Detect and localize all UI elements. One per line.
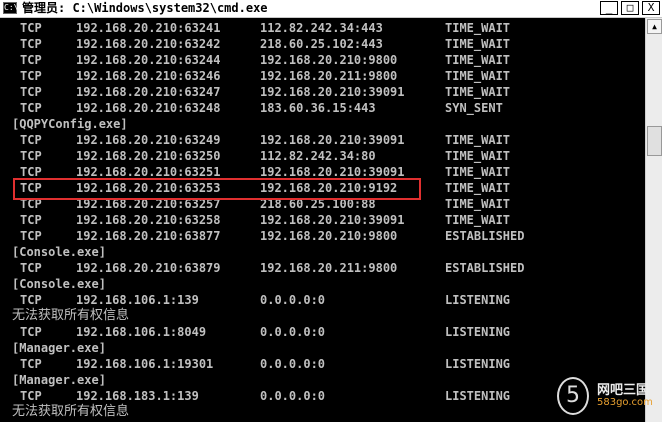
foreign-address-cell: 218.60.25.102:443 [260,37,383,51]
console-output[interactable]: TCP 192.168.20.210:63241 112.82.242.34:443… [0,18,645,422]
ownership-notice: 无法获取所有权信息 [12,308,130,323]
protocol-cell: TCP [20,325,42,339]
state-cell: TIME_WAIT [445,69,511,83]
foreign-address-cell: 0.0.0.0:0 [260,293,326,307]
protocol-cell: TCP [20,229,42,243]
local-address-cell: 192.168.20.210:63241 [76,21,221,35]
state-cell: TIME_WAIT [445,53,511,67]
local-address-cell: 192.168.20.210:63250 [76,149,221,163]
scrollbar-thumb[interactable] [647,126,662,156]
protocol-cell: TCP [20,261,42,275]
protocol-cell: TCP [20,293,42,307]
watermark-subtext: 583go.com [597,397,653,408]
state-cell: LISTENING [445,325,511,339]
ownership-notice: 无法获取所有权信息 [12,404,130,419]
local-address-cell: 192.168.106.1:139 [76,293,199,307]
foreign-address-cell: 112.82.242.34:80 [260,149,376,163]
state-cell: TIME_WAIT [445,149,511,163]
protocol-cell: TCP [20,37,42,51]
local-address-cell: 192.168.106.1:8049 [76,325,207,339]
protocol-cell: TCP [20,101,42,115]
title-bar: C:\ 管理员: C:\Windows\system32\cmd.exe _ □… [0,0,662,18]
protocol-cell: TCP [20,85,42,99]
protocol-cell: TCP [20,53,42,67]
local-address-cell: 192.168.20.210:63879 [76,261,221,275]
state-cell: SYN_SENT [445,101,503,115]
site-watermark-logo: 5 网吧三国 583go.com [555,375,660,420]
protocol-cell: TCP [20,69,42,83]
cmd-app-icon[interactable]: C:\ [3,2,18,14]
process-name: [Console.exe] [12,277,106,291]
foreign-address-cell: 112.82.242.34:443 [260,21,383,35]
state-cell: TIME_WAIT [445,133,511,147]
state-cell: TIME_WAIT [445,85,511,99]
watermark-text: 网吧三国 [597,383,650,398]
protocol-cell: TCP [20,133,42,147]
foreign-address-cell: 0.0.0.0:0 [260,389,326,403]
process-name: [QQPYConfig.exe] [12,117,128,131]
state-cell: TIME_WAIT [445,197,511,211]
foreign-address-cell: 0.0.0.0:0 [260,325,326,339]
state-cell: TIME_WAIT [445,37,511,51]
state-cell: LISTENING [445,293,511,307]
local-address-cell: 192.168.20.210:63247 [76,85,221,99]
state-cell: TIME_WAIT [445,21,511,35]
local-address-cell: 192.168.20.210:63258 [76,213,221,227]
close-button[interactable]: X [642,1,660,15]
maximize-button[interactable]: □ [621,1,639,15]
state-cell: ESTABLISHED [445,229,525,243]
state-cell: LISTENING [445,357,511,371]
minimize-button[interactable]: _ [600,1,618,15]
foreign-address-cell: 192.168.20.210:39091 [260,85,405,99]
foreign-address-cell: 192.168.20.210:39091 [260,213,405,227]
local-address-cell: 192.168.20.210:63244 [76,53,221,67]
protocol-cell: TCP [20,21,42,35]
foreign-address-cell: 192.168.20.211:9800 [260,69,398,83]
protocol-cell: TCP [20,389,42,403]
vertical-scrollbar[interactable]: ▲ [645,18,662,422]
foreign-address-cell: 183.60.36.15:443 [260,101,376,115]
watermark-logo-icon: 5 [557,377,589,415]
protocol-cell: TCP [20,213,42,227]
protocol-cell: TCP [20,357,42,371]
local-address-cell: 192.168.20.210:63242 [76,37,221,51]
state-cell: ESTABLISHED [445,261,525,275]
process-name: [Manager.exe] [12,373,106,387]
local-address-cell: 192.168.20.210:63246 [76,69,221,83]
highlight-box [13,178,421,200]
state-cell: TIME_WAIT [445,165,511,179]
process-name: [Console.exe] [12,245,106,259]
window-title: 管理员: C:\Windows\system32\cmd.exe [22,1,268,15]
protocol-cell: TCP [20,149,42,163]
local-address-cell: 192.168.20.210:63249 [76,133,221,147]
foreign-address-cell: 192.168.20.211:9800 [260,261,398,275]
local-address-cell: 192.168.183.1:139 [76,389,199,403]
state-cell: TIME_WAIT [445,213,511,227]
local-address-cell: 192.168.20.210:63248 [76,101,221,115]
foreign-address-cell: 0.0.0.0:0 [260,357,326,371]
state-cell: TIME_WAIT [445,181,511,195]
foreign-address-cell: 192.168.20.210:39091 [260,133,405,147]
local-address-cell: 192.168.106.1:19301 [76,357,214,371]
scroll-up-arrow-icon[interactable]: ▲ [647,19,662,34]
local-address-cell: 192.168.20.210:63877 [76,229,221,243]
foreign-address-cell: 192.168.20.210:9800 [260,53,398,67]
foreign-address-cell: 192.168.20.210:9800 [260,229,398,243]
process-name: [Manager.exe] [12,341,106,355]
state-cell: LISTENING [445,389,511,403]
